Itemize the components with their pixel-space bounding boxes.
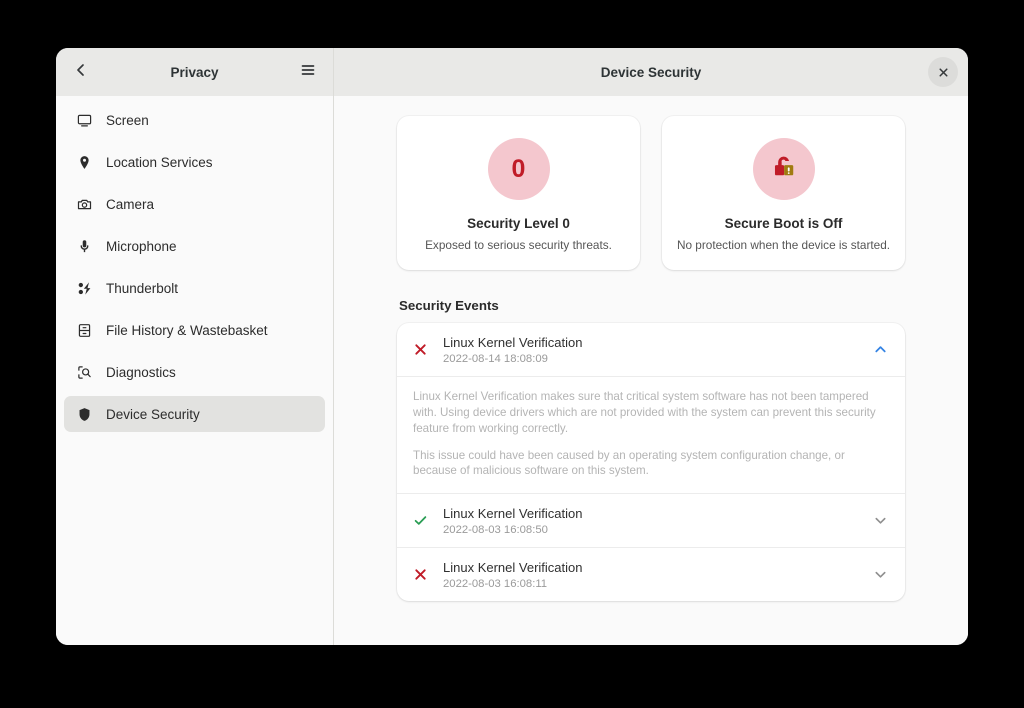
security-level-subtitle: Exposed to serious security threats. [425, 238, 612, 252]
secure-boot-subtitle: No protection when the device is started… [676, 238, 891, 252]
camera-icon [76, 196, 92, 212]
sidebar-item-file-history-wastebasket[interactable]: File History & Wastebasket [64, 312, 325, 348]
sidebar-item-label: Device Security [106, 406, 200, 422]
sidebar-item-label: File History & Wastebasket [106, 322, 268, 338]
sidebar: Screen Location Services Camera Micropho… [56, 96, 334, 645]
event-timestamp: 2022-08-03 16:08:11 [443, 577, 548, 590]
sidebar-item-device-security[interactable]: Device Security [64, 396, 325, 432]
event-description-paragraph: Linux Kernel Verification makes sure tha… [413, 389, 876, 435]
sidebar-item-screen[interactable]: Screen [64, 102, 325, 138]
sidebar-item-label: Camera [106, 196, 155, 212]
sidebar-item-location-services[interactable]: Location Services [64, 144, 325, 180]
security-level-badge: 0 [487, 138, 550, 200]
chevron-down-icon[interactable] [871, 513, 889, 528]
close-button[interactable] [928, 57, 958, 87]
menu-button[interactable] [293, 57, 323, 87]
back-chevron-icon [73, 62, 89, 83]
event-timestamp: 2022-08-14 18:08:09 [443, 352, 548, 365]
shield-icon [76, 406, 92, 422]
security-level-card: 0 Security Level 0 Exposed to serious se… [397, 116, 640, 270]
event-title: Linux Kernel Verification [443, 560, 583, 576]
sidebar-item-label: Microphone [106, 238, 177, 254]
hamburger-menu-icon [300, 62, 316, 83]
close-icon [937, 66, 950, 79]
microphone-icon [76, 238, 92, 254]
sidebar-item-diagnostics[interactable]: Diagnostics [64, 354, 325, 390]
event-timestamp: 2022-08-03 16:08:50 [443, 524, 548, 537]
event-row[interactable]: Linux Kernel Verification 2022-08-03 16:… [397, 547, 905, 601]
sidebar-item-label: Thunderbolt [106, 280, 179, 296]
unlocked-padlock-warning-icon [767, 150, 801, 189]
thunderbolt-icon [76, 280, 92, 296]
location-pin-icon [76, 154, 92, 170]
sidebar-item-thunderbolt[interactable]: Thunderbolt [64, 270, 325, 306]
security-events-list: Linux Kernel Verification 2022-08-14 18:… [397, 323, 905, 601]
window-body: Screen Location Services Camera Micropho… [56, 96, 968, 645]
content-header: Device Security [334, 48, 968, 96]
sidebar-item-label: Screen [106, 112, 149, 128]
security-events-heading: Security Events [399, 298, 499, 313]
event-row[interactable]: Linux Kernel Verification 2022-08-14 18:… [397, 323, 905, 376]
file-cabinet-icon [76, 322, 92, 338]
secure-boot-badge [752, 138, 815, 200]
sidebar-title: Privacy [170, 64, 219, 80]
main-content: 0 Security Level 0 Exposed to serious se… [334, 96, 968, 645]
success-check-icon [411, 513, 429, 528]
security-level-title: Security Level 0 [467, 216, 570, 231]
back-button[interactable] [66, 57, 96, 87]
event-title: Linux Kernel Verification [443, 506, 583, 522]
diagnostics-icon [76, 364, 92, 380]
chevron-down-icon[interactable] [871, 567, 889, 582]
sidebar-item-label: Location Services [106, 154, 213, 170]
event-row[interactable]: Linux Kernel Verification 2022-08-03 16:… [397, 493, 905, 547]
secure-boot-card: Secure Boot is Off No protection when th… [662, 116, 905, 270]
monitor-icon [76, 112, 92, 128]
header-bar: Privacy Device Security [56, 48, 968, 96]
error-x-icon [411, 567, 429, 582]
secure-boot-title: Secure Boot is Off [724, 216, 843, 231]
event-description: Linux Kernel Verification makes sure tha… [397, 375, 905, 494]
sidebar-item-label: Diagnostics [106, 364, 176, 380]
settings-window: Privacy Device Security Screen Location … [56, 48, 968, 645]
sidebar-header: Privacy [56, 48, 334, 96]
event-title: Linux Kernel Verification [443, 335, 583, 350]
status-cards: 0 Security Level 0 Exposed to serious se… [397, 116, 905, 270]
sidebar-item-microphone[interactable]: Microphone [64, 228, 325, 264]
chevron-up-icon[interactable] [871, 342, 889, 357]
error-x-icon [411, 342, 429, 357]
sidebar-item-camera[interactable]: Camera [64, 186, 325, 222]
security-level-value: 0 [511, 154, 526, 183]
page-title: Device Security [600, 64, 702, 80]
event-description-paragraph: This issue could have been caused by an … [413, 448, 845, 478]
